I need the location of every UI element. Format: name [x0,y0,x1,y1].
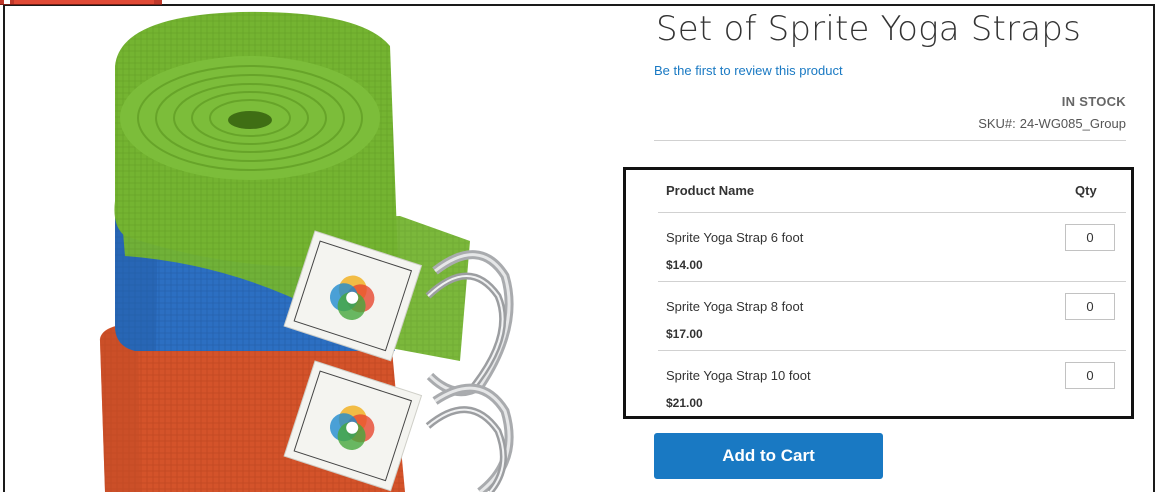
stock-status: IN STOCK [1061,94,1126,109]
add-to-cart-button[interactable]: Add to Cart [654,433,883,479]
sku-value: 24-WG085_Group [1019,116,1126,131]
grouped-products-table: Product Name Qty Sprite Yoga Strap 6 foo… [658,170,1126,419]
grouped-products-highlight: Product Name Qty Sprite Yoga Strap 6 foo… [623,167,1134,419]
item-name: Sprite Yoga Strap 10 foot [666,367,811,383]
product-cell: Sprite Yoga Strap 10 foot $21.00 [658,350,1065,419]
yoga-straps-photo [99,11,514,492]
product-cell: Sprite Yoga Strap 6 foot $14.00 [658,212,1065,282]
qty-cell [1065,281,1126,351]
table-row: Sprite Yoga Strap 6 foot $14.00 [658,212,1126,282]
table-row: Sprite Yoga Strap 10 foot $21.00 [658,350,1126,419]
item-price: $14.00 [666,257,703,272]
table-header-row: Product Name Qty [658,170,1126,213]
qty-cell [1065,350,1126,419]
item-price: $21.00 [666,395,703,410]
sku: SKU#: 24-WG085_Group [978,116,1126,131]
divider [654,140,1126,141]
item-name: Sprite Yoga Strap 8 foot [666,298,804,314]
column-header-qty: Qty [1065,170,1126,213]
qty-input[interactable] [1065,361,1115,389]
sku-label: SKU#: [978,116,1016,131]
qty-cell [1065,212,1126,282]
product-cell: Sprite Yoga Strap 8 foot $17.00 [658,281,1065,351]
corner-badge [0,0,162,5]
review-link[interactable]: Be the first to review this product [654,63,843,78]
product-title: Set of Sprite Yoga Straps [656,9,1081,49]
item-name: Sprite Yoga Strap 6 foot [666,229,804,245]
column-header-product-name: Product Name [658,170,1065,213]
qty-input[interactable] [1065,292,1115,320]
product-image[interactable] [60,6,620,492]
qty-input[interactable] [1065,223,1115,251]
table-row: Sprite Yoga Strap 8 foot $17.00 [658,281,1126,351]
item-price: $17.00 [666,326,703,341]
